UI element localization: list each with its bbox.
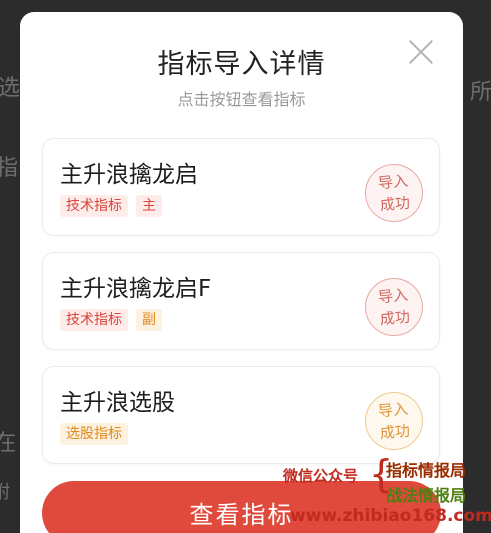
indicator-tags: 技术指标 副 bbox=[60, 309, 162, 331]
background-text: 在 bbox=[0, 431, 17, 456]
background-text: 附 bbox=[0, 482, 10, 503]
watermark-line1: 指标情报局 bbox=[386, 461, 467, 480]
import-details-dialog: 指标导入详情 点击按钮查看指标 主升浪擒龙启 技术指标 主 导入 成功 主升浪擒… bbox=[20, 12, 463, 533]
indicator-card: 主升浪擒龙启 技术指标 主 导入 成功 bbox=[42, 138, 440, 236]
indicator-name: 主升浪擒龙启 bbox=[60, 162, 198, 188]
indicator-card: 主升浪选股 选股指标 导入 成功 bbox=[42, 366, 440, 464]
indicator-card: 主升浪擒龙启F 技术指标 副 导入 成功 bbox=[42, 252, 440, 350]
watermark-line2: 战法情报局 bbox=[386, 486, 467, 505]
tag-type: 选股指标 bbox=[60, 423, 128, 445]
stamp-line2: 成功 bbox=[379, 193, 411, 215]
close-icon[interactable] bbox=[406, 36, 436, 66]
import-success-stamp: 导入 成功 bbox=[362, 275, 426, 339]
stamp-line1: 导入 bbox=[377, 171, 409, 193]
import-success-stamp: 导入 成功 bbox=[362, 389, 426, 453]
watermark-label: 微信公众号 bbox=[283, 467, 359, 485]
stamp-line1: 导入 bbox=[377, 285, 409, 307]
indicator-name: 主升浪选股 bbox=[60, 390, 175, 416]
tag-chart-position: 副 bbox=[136, 309, 162, 331]
background-text: 指 bbox=[0, 156, 19, 181]
background-text: 选 bbox=[0, 76, 21, 101]
tag-chart-position: 主 bbox=[136, 195, 162, 217]
dialog-subtitle: 点击按钮查看指标 bbox=[177, 90, 306, 109]
indicator-tags: 技术指标 主 bbox=[60, 195, 162, 217]
dialog-title: 指标导入详情 bbox=[157, 49, 326, 80]
background-text: 所 bbox=[470, 80, 491, 105]
tag-type: 技术指标 bbox=[60, 309, 128, 331]
watermark-url: www.zhibiao168.com bbox=[290, 506, 491, 526]
stamp-line2: 成功 bbox=[379, 421, 411, 443]
stamp-line2: 成功 bbox=[379, 307, 411, 329]
indicator-name: 主升浪擒龙启F bbox=[60, 276, 212, 302]
import-success-stamp: 导入 成功 bbox=[362, 161, 426, 225]
stamp-line1: 导入 bbox=[377, 399, 409, 421]
tag-type: 技术指标 bbox=[60, 195, 128, 217]
indicator-tags: 选股指标 bbox=[60, 423, 128, 445]
